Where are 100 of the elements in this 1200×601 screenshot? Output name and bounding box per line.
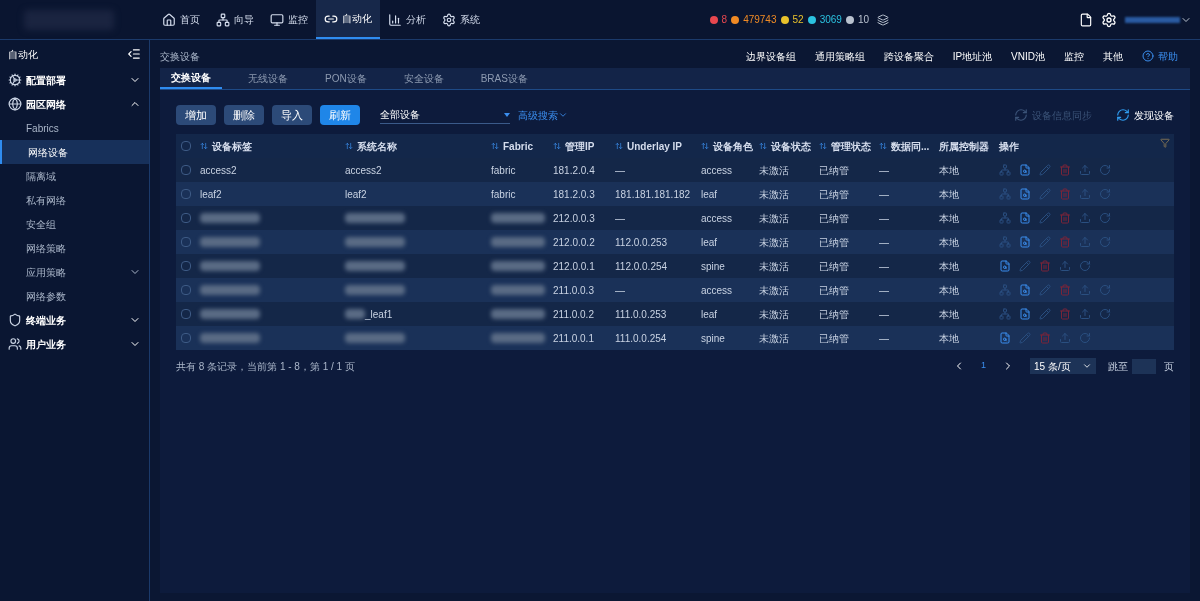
- file-search-icon[interactable]: [999, 260, 1011, 272]
- device-tab[interactable]: 无线设备: [237, 68, 299, 89]
- row-checkbox[interactable]: [181, 285, 191, 295]
- edit-icon[interactable]: [1039, 236, 1051, 248]
- topology-icon[interactable]: [999, 236, 1011, 248]
- edit-icon[interactable]: [1039, 284, 1051, 296]
- column-header[interactable]: 设备状态: [755, 138, 815, 154]
- column-header[interactable]: 数据同...: [875, 138, 935, 154]
- alarm-count[interactable]: 52: [792, 12, 804, 27]
- delete-icon[interactable]: [1059, 236, 1071, 248]
- sidebar-item[interactable]: 私有网络: [0, 188, 149, 212]
- nav-tab[interactable]: 首页: [154, 0, 208, 39]
- toolbar-button[interactable]: 导入: [272, 105, 312, 125]
- upload-icon[interactable]: [1079, 308, 1091, 320]
- nav-tab[interactable]: 自动化: [316, 0, 380, 39]
- edit-icon[interactable]: [1039, 212, 1051, 224]
- upload-icon[interactable]: [1079, 188, 1091, 200]
- top-link[interactable]: 边界设备组: [745, 48, 796, 64]
- refresh-icon[interactable]: [1099, 236, 1111, 248]
- file-search-icon[interactable]: [1019, 308, 1031, 320]
- column-header[interactable]: 设备标签: [196, 138, 341, 154]
- device-filter-field[interactable]: 全部设备: [380, 106, 510, 124]
- refresh-icon[interactable]: [1079, 332, 1091, 344]
- file-search-icon[interactable]: [1019, 236, 1031, 248]
- top-link[interactable]: IP地址池: [952, 48, 993, 64]
- sidebar-group[interactable]: 园区网络: [0, 92, 149, 116]
- alarm-count[interactable]: 10: [857, 12, 869, 27]
- sidebar-group[interactable]: 终端业务: [0, 308, 149, 332]
- select-all-checkbox[interactable]: [181, 141, 191, 151]
- file-search-icon[interactable]: [999, 332, 1011, 344]
- sidebar-item[interactable]: 应用策略: [0, 260, 149, 284]
- column-header[interactable]: 管理IP: [549, 138, 611, 154]
- topology-icon[interactable]: [999, 308, 1011, 320]
- edit-icon[interactable]: [1039, 308, 1051, 320]
- delete-icon[interactable]: [1039, 332, 1051, 344]
- edit-icon[interactable]: [1019, 260, 1031, 272]
- toolbar-button[interactable]: 删除: [224, 105, 264, 125]
- toolbar-button[interactable]: 刷新: [320, 105, 360, 125]
- file-search-icon[interactable]: [1019, 212, 1031, 224]
- page-input[interactable]: [1132, 358, 1156, 374]
- column-header[interactable]: 设备角色: [697, 138, 755, 154]
- delete-icon[interactable]: [1039, 260, 1051, 272]
- delete-icon[interactable]: [1059, 188, 1071, 200]
- upload-icon[interactable]: [1079, 284, 1091, 296]
- column-header[interactable]: 所属控制器: [935, 138, 995, 154]
- upload-icon[interactable]: [1059, 332, 1071, 344]
- row-checkbox[interactable]: [181, 237, 191, 247]
- nav-tab[interactable]: 系统: [434, 0, 488, 39]
- sidebar-item[interactable]: 网络参数: [0, 284, 149, 308]
- sidebar-item[interactable]: 隔离域: [0, 164, 149, 188]
- page-size-select[interactable]: 15 条/页: [1030, 358, 1096, 374]
- topology-icon[interactable]: [999, 212, 1011, 224]
- file-search-icon[interactable]: [1019, 164, 1031, 176]
- delete-icon[interactable]: [1059, 212, 1071, 224]
- nav-tab[interactable]: 向导: [208, 0, 262, 39]
- nav-tab[interactable]: 分析: [380, 0, 434, 39]
- topology-icon[interactable]: [999, 284, 1011, 296]
- advanced-search-link[interactable]: 高级搜索: [518, 107, 568, 123]
- refresh-icon[interactable]: [1099, 212, 1111, 224]
- refresh-icon[interactable]: [1099, 308, 1111, 320]
- device-tab[interactable]: PON设备: [314, 68, 378, 89]
- refresh-icon[interactable]: [1099, 284, 1111, 296]
- row-checkbox[interactable]: [181, 165, 191, 175]
- device-tab[interactable]: BRAS设备: [469, 68, 539, 89]
- help-link[interactable]: 帮助: [1142, 48, 1178, 64]
- topology-icon[interactable]: [999, 164, 1011, 176]
- settings-icon[interactable]: [1101, 11, 1117, 28]
- sidebar-item[interactable]: 网络设备: [0, 140, 149, 164]
- delete-icon[interactable]: [1059, 308, 1071, 320]
- document-icon[interactable]: [1079, 12, 1093, 27]
- topology-icon[interactable]: [999, 188, 1011, 200]
- discover-button[interactable]: 发现设备: [1116, 107, 1174, 123]
- sidebar-item[interactable]: 网络策略: [0, 236, 149, 260]
- row-checkbox[interactable]: [181, 309, 191, 319]
- device-tab[interactable]: 交换设备: [160, 68, 222, 89]
- row-checkbox[interactable]: [181, 261, 191, 271]
- column-header[interactable]: Fabric: [487, 138, 549, 154]
- file-search-icon[interactable]: [1019, 284, 1031, 296]
- device-tab[interactable]: 安全设备: [392, 68, 455, 89]
- refresh-icon[interactable]: [1079, 260, 1091, 272]
- top-link[interactable]: 跨设备聚合: [883, 48, 934, 64]
- row-checkbox[interactable]: [181, 213, 191, 223]
- sidebar-item[interactable]: 安全组: [0, 212, 149, 236]
- upload-icon[interactable]: [1059, 260, 1071, 272]
- edit-icon[interactable]: [1039, 164, 1051, 176]
- top-link[interactable]: VNID池: [1011, 48, 1045, 64]
- refresh-icon[interactable]: [1099, 164, 1111, 176]
- row-checkbox[interactable]: [181, 333, 191, 343]
- column-header[interactable]: 管理状态: [815, 138, 875, 154]
- row-checkbox[interactable]: [181, 189, 191, 199]
- collapse-menu-icon[interactable]: [127, 47, 141, 61]
- edit-icon[interactable]: [1019, 332, 1031, 344]
- column-header[interactable]: Underlay IP: [611, 138, 697, 154]
- toolbar-button[interactable]: 增加: [176, 105, 216, 125]
- upload-icon[interactable]: [1079, 236, 1091, 248]
- alarm-count[interactable]: 8: [721, 12, 728, 27]
- filter-icon[interactable]: [1160, 138, 1170, 148]
- upload-icon[interactable]: [1079, 212, 1091, 224]
- top-link[interactable]: 通用策略组: [814, 48, 865, 64]
- delete-icon[interactable]: [1059, 164, 1071, 176]
